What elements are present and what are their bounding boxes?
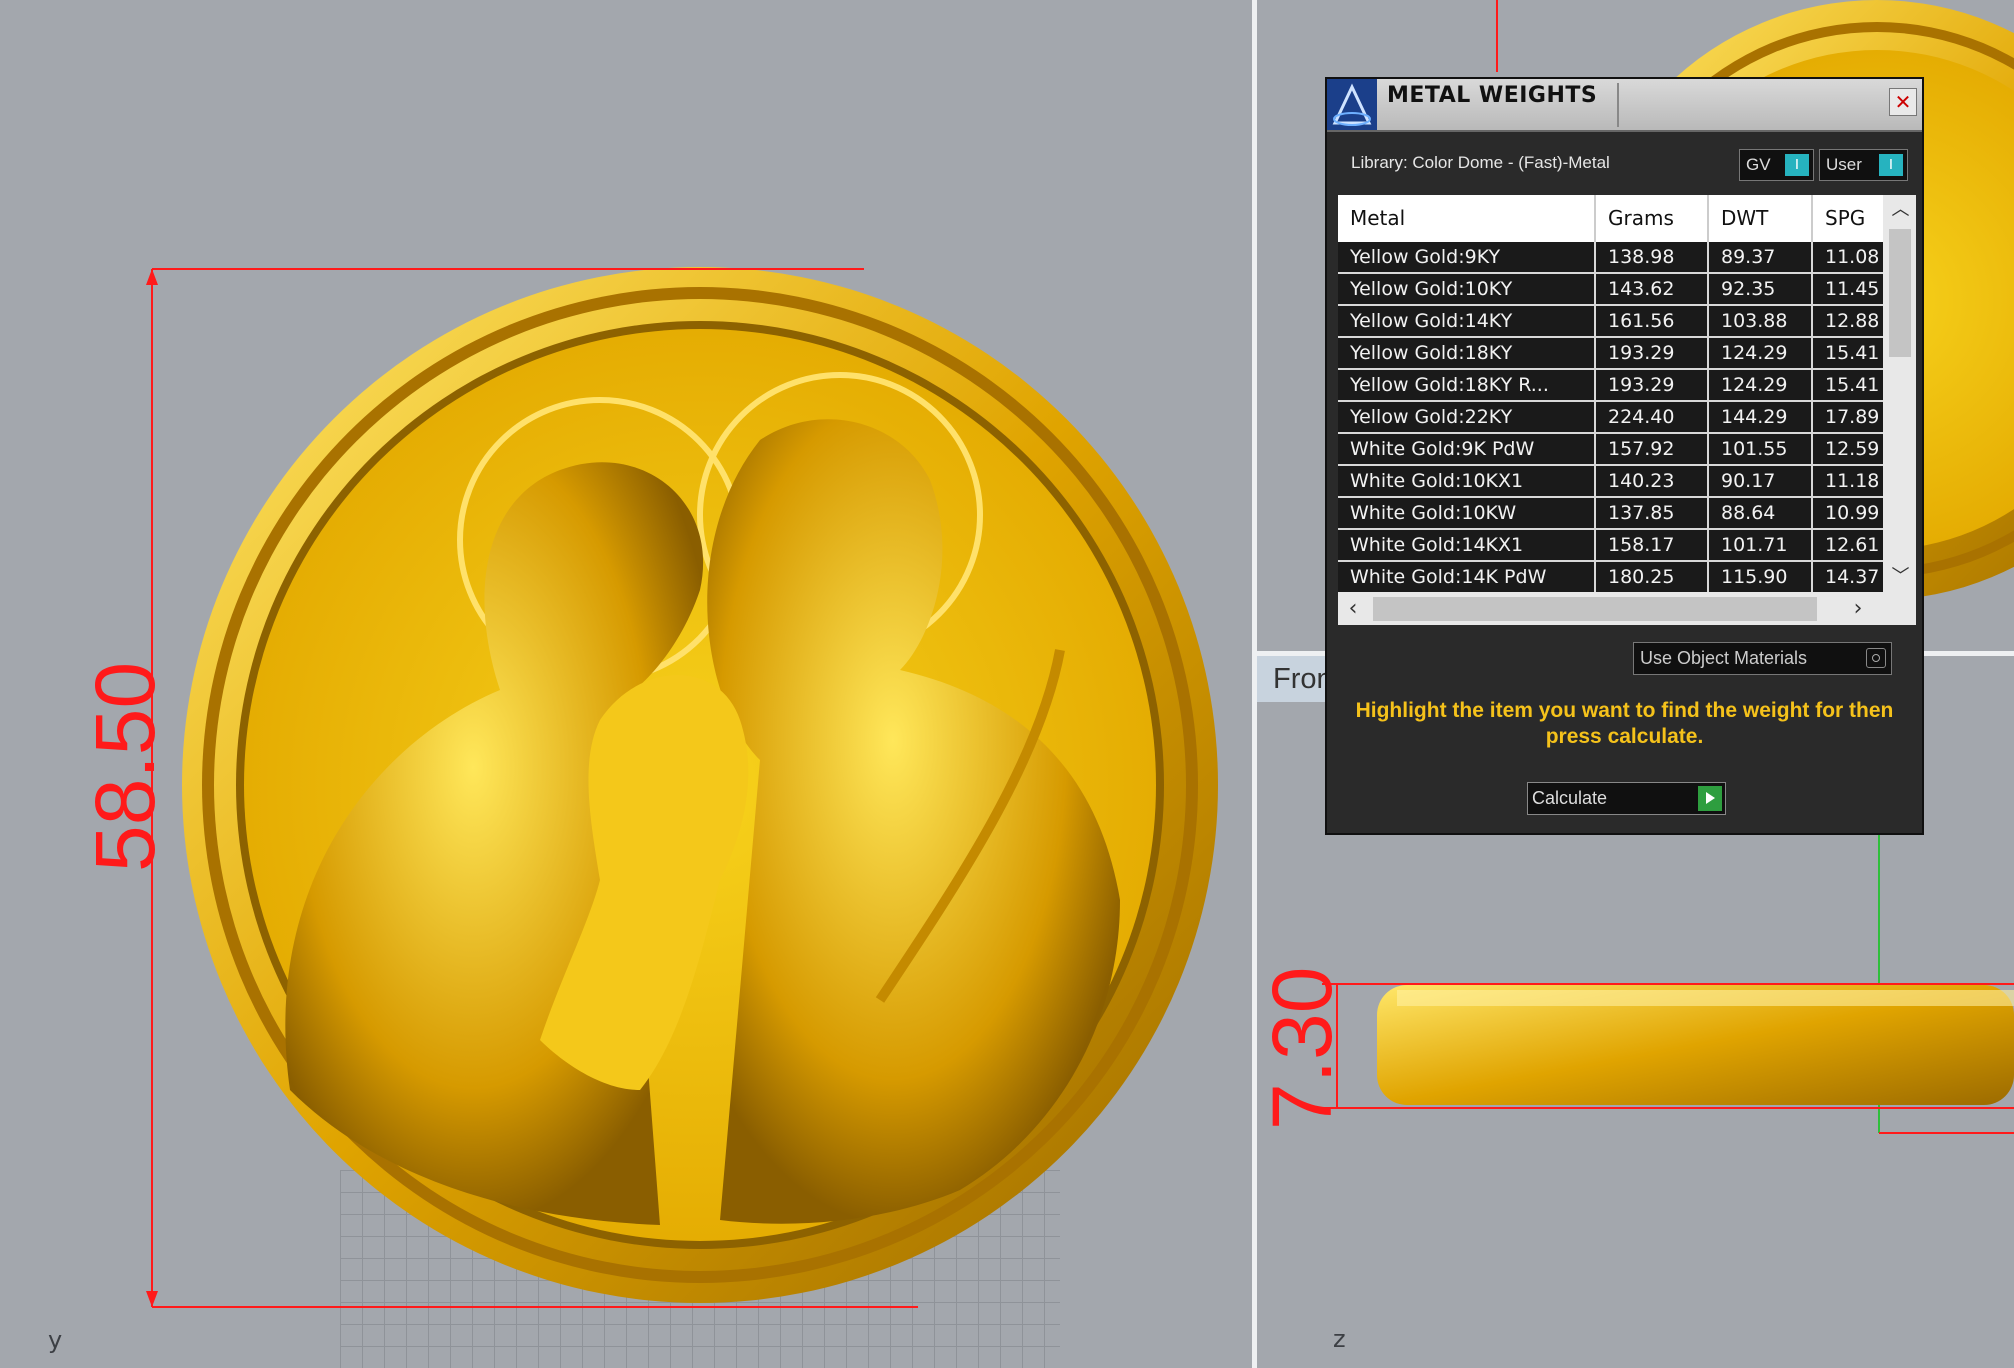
cell-grams: 193.29 xyxy=(1596,370,1709,400)
cell-dwt: 144.29 xyxy=(1709,402,1813,432)
use-object-materials-toggle[interactable]: Use Object Materials xyxy=(1633,642,1892,675)
cell-metal: Yellow Gold:22KY xyxy=(1338,402,1596,432)
column-header-spg[interactable]: SPG xyxy=(1813,195,1883,242)
pendant-top-view xyxy=(146,267,1218,1308)
metal-weights-dialog[interactable]: METAL WEIGHTS ✕ Library: Color Dome - (F… xyxy=(1325,77,1924,835)
table-header: Metal Grams DWT SPG xyxy=(1338,195,1883,242)
cell-dwt: 115.90 xyxy=(1709,562,1813,592)
user-toggle[interactable]: User I xyxy=(1819,149,1908,181)
metal-table-container[interactable]: Metal Grams DWT SPG Yellow Gold:9KY 138.… xyxy=(1338,195,1916,625)
cell-dwt: 101.55 xyxy=(1709,434,1813,464)
table-row[interactable]: White Gold:14K PdW 180.25 115.90 14.37 xyxy=(1338,562,1883,592)
axis-y-label: y xyxy=(48,1326,63,1354)
cell-spg: 15.41 xyxy=(1825,374,1880,396)
cell-grams: 180.25 xyxy=(1596,562,1709,592)
app-logo-icon xyxy=(1327,79,1377,130)
user-toggle-knob: I xyxy=(1879,154,1903,176)
cell-spg: 17.89 xyxy=(1825,406,1880,428)
table-row[interactable]: White Gold:10KX1 140.23 90.17 11.18 xyxy=(1338,466,1883,498)
cell-dwt: 90.17 xyxy=(1709,466,1813,496)
gv-toggle[interactable]: GV I xyxy=(1739,149,1814,181)
cell-dwt: 89.37 xyxy=(1709,242,1813,272)
cell-spg: 12.59 xyxy=(1825,438,1880,460)
close-icon[interactable]: ✕ xyxy=(1889,88,1917,116)
dialog-title: METAL WEIGHTS xyxy=(1387,83,1598,108)
cell-metal: White Gold:9K PdW xyxy=(1338,434,1596,464)
table-horizontal-scrollbar[interactable]: ‹ › xyxy=(1338,592,1883,625)
cell-dwt: 101.71 xyxy=(1709,530,1813,560)
library-label: Library: Color Dome - (Fast)-Metal xyxy=(1351,153,1610,172)
radio-icon[interactable] xyxy=(1866,648,1886,668)
table-row[interactable]: Yellow Gold:18KY R... 193.29 124.29 15.4… xyxy=(1338,370,1883,402)
cell-metal: Yellow Gold:18KY R... xyxy=(1338,370,1596,400)
table-row[interactable]: Yellow Gold:9KY 138.98 89.37 11.08 xyxy=(1338,242,1883,274)
cell-grams: 224.40 xyxy=(1596,402,1709,432)
cell-dwt: 124.29 xyxy=(1709,338,1813,368)
user-toggle-label: User xyxy=(1826,155,1862,174)
cell-grams: 140.23 xyxy=(1596,466,1709,496)
instruction-text: Highlight the item you want to find the … xyxy=(1355,699,1894,748)
calculate-button[interactable]: Calculate xyxy=(1527,782,1726,815)
cell-metal: White Gold:10KW xyxy=(1338,498,1596,528)
cell-spg: 11.18 xyxy=(1825,470,1880,492)
cell-metal: Yellow Gold:9KY xyxy=(1338,242,1596,272)
scroll-left-icon[interactable]: ‹ xyxy=(1338,592,1368,625)
cell-grams: 157.92 xyxy=(1596,434,1709,464)
cell-spg: 12.88 xyxy=(1825,310,1880,332)
scroll-up-icon[interactable]: ︿ xyxy=(1885,195,1916,225)
cell-metal: Yellow Gold:14KY xyxy=(1338,306,1596,336)
axis-z-label: z xyxy=(1333,1325,1346,1353)
table-row[interactable]: Yellow Gold:14KY 161.56 103.88 12.88 xyxy=(1338,306,1883,338)
table-row[interactable]: Yellow Gold:10KY 143.62 92.35 11.45 xyxy=(1338,274,1883,306)
cell-dwt: 92.35 xyxy=(1709,274,1813,304)
cell-spg: 11.45 xyxy=(1825,278,1880,300)
horizontal-scroll-thumb[interactable] xyxy=(1373,597,1817,621)
column-header-grams[interactable]: Grams xyxy=(1596,195,1709,242)
titlebar-divider xyxy=(1617,83,1619,127)
calculate-label: Calculate xyxy=(1532,788,1608,808)
table-row[interactable]: White Gold:14KX1 158.17 101.71 12.61 xyxy=(1338,530,1883,562)
height-dimension-label: 58.50 xyxy=(78,661,172,872)
cell-metal: White Gold:14K PdW xyxy=(1338,562,1596,592)
scroll-down-icon[interactable]: ﹀ xyxy=(1885,562,1916,592)
thickness-dimension-label: 7.30 xyxy=(1257,966,1349,1131)
table-vertical-scrollbar[interactable]: ︿ ﹀ xyxy=(1885,195,1916,592)
use-object-materials-label: Use Object Materials xyxy=(1640,648,1808,668)
table-row[interactable]: White Gold:10KW 137.85 88.64 10.99 xyxy=(1338,498,1883,530)
gv-toggle-label: GV xyxy=(1746,155,1771,174)
dialog-titlebar[interactable]: METAL WEIGHTS ✕ xyxy=(1327,79,1922,132)
table-row[interactable]: White Gold:9K PdW 157.92 101.55 12.59 xyxy=(1338,434,1883,466)
cell-dwt: 124.29 xyxy=(1709,370,1813,400)
cell-grams: 137.85 xyxy=(1596,498,1709,528)
cell-metal: White Gold:14KX1 xyxy=(1338,530,1596,560)
table-row[interactable]: Yellow Gold:22KY 224.40 144.29 17.89 xyxy=(1338,402,1883,434)
play-icon xyxy=(1698,786,1722,811)
cell-spg: 15.41 xyxy=(1825,342,1880,364)
cell-dwt: 103.88 xyxy=(1709,306,1813,336)
column-header-dwt[interactable]: DWT xyxy=(1709,195,1813,242)
column-header-metal[interactable]: Metal xyxy=(1338,195,1596,242)
gv-toggle-knob: I xyxy=(1785,154,1809,176)
vertical-scroll-thumb[interactable] xyxy=(1889,229,1911,357)
cell-spg: 10.99 xyxy=(1825,502,1880,524)
table-row[interactable]: Yellow Gold:18KY 193.29 124.29 15.41 xyxy=(1338,338,1883,370)
cell-grams: 193.29 xyxy=(1596,338,1709,368)
top-viewport[interactable]: 58.50 y xyxy=(0,0,1252,1368)
cell-metal: White Gold:10KX1 xyxy=(1338,466,1596,496)
cell-grams: 158.17 xyxy=(1596,530,1709,560)
cell-metal: Yellow Gold:10KY xyxy=(1338,274,1596,304)
metal-table[interactable]: Metal Grams DWT SPG Yellow Gold:9KY 138.… xyxy=(1338,195,1883,592)
cell-spg: 11.08 xyxy=(1825,246,1880,268)
cell-dwt: 88.64 xyxy=(1709,498,1813,528)
cell-metal: Yellow Gold:18KY xyxy=(1338,338,1596,368)
cell-spg: 14.37 xyxy=(1825,566,1880,588)
cell-spg: 12.61 xyxy=(1825,534,1880,556)
scroll-right-icon[interactable]: › xyxy=(1843,592,1873,625)
cell-grams: 143.62 xyxy=(1596,274,1709,304)
cell-grams: 161.56 xyxy=(1596,306,1709,336)
cell-grams: 138.98 xyxy=(1596,242,1709,272)
